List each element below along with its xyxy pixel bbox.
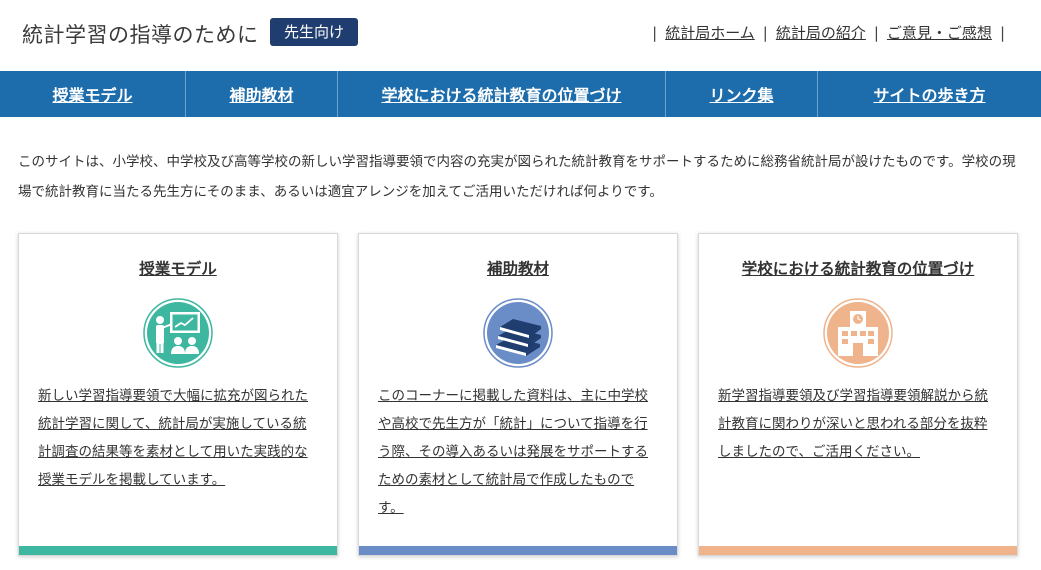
link-feedback[interactable]: ご意見・ご感想 — [887, 22, 992, 43]
site-header: 統計学習の指導のために 先生向け | 統計局ホーム | 統計局の紹介 | ご意見… — [0, 0, 1041, 70]
card-title[interactable]: 補助教材 — [359, 257, 677, 279]
teacher-presentation-icon — [143, 298, 213, 368]
nav-lesson-models[interactable]: 授業モデル — [0, 71, 186, 117]
nav-links[interactable]: リンク集 — [666, 71, 818, 117]
card-accent-bar — [699, 546, 1017, 555]
link-stat-bureau-home[interactable]: 統計局ホーム — [665, 22, 755, 43]
card-supplementary-materials[interactable]: 補助教材 このコーナーに掲載した資料は、主に中学校や高校で先生方が「統計」につい… — [358, 233, 678, 556]
card-accent-bar — [359, 546, 677, 555]
intro-text: このサイトは、小学校、中学校及び高等学校の新しい学習指導要領で内容の充実が図られ… — [18, 154, 1016, 200]
audience-badge: 先生向け — [270, 18, 359, 46]
card-title[interactable]: 学校における統計教育の位置づけ — [699, 257, 1017, 279]
nav-site-guide[interactable]: サイトの歩き方 — [818, 71, 1041, 117]
nav-supplementary-materials[interactable]: 補助教材 — [186, 71, 338, 117]
card-accent-bar — [19, 546, 337, 555]
card-description[interactable]: このコーナーに掲載した資料は、主に中学校や高校で先生方が「統計」について指導を行… — [378, 382, 656, 522]
card-title[interactable]: 授業モデル — [19, 257, 337, 279]
link-about-bureau[interactable]: 統計局の紹介 — [776, 22, 866, 43]
books-icon — [483, 298, 553, 368]
school-building-icon — [823, 298, 893, 368]
link-separator: | — [999, 23, 1005, 42]
link-separator: | — [652, 23, 658, 42]
card-description[interactable]: 新学習指導要領及び学習指導要領解説から統計教育に関わりが深いと思われる部分を抜粋… — [718, 382, 996, 466]
utility-links: | 統計局ホーム | 統計局の紹介 | ご意見・ご感想 | — [644, 22, 1013, 43]
nav-statistics-education-position[interactable]: 学校における統計教育の位置づけ — [338, 71, 666, 117]
site-title[interactable]: 統計学習の指導のために — [22, 19, 259, 49]
card-lesson-models[interactable]: 授業モデル 新しい学習指導要領で大幅に拡充が図られた統計学習に関して、統計局が実… — [18, 233, 338, 556]
card-description[interactable]: 新しい学習指導要領で大幅に拡充が図られた統計学習に関して、統計局が実施している統… — [38, 382, 316, 494]
main-nav: 授業モデル 補助教材 学校における統計教育の位置づけ リンク集 サイトの歩き方 — [0, 71, 1041, 117]
card-statistics-education-position[interactable]: 学校における統計教育の位置づけ 新学習指導要領及び学習指導要領解説から統計教育に… — [698, 233, 1018, 556]
link-separator: | — [873, 23, 879, 42]
link-separator: | — [762, 23, 768, 42]
